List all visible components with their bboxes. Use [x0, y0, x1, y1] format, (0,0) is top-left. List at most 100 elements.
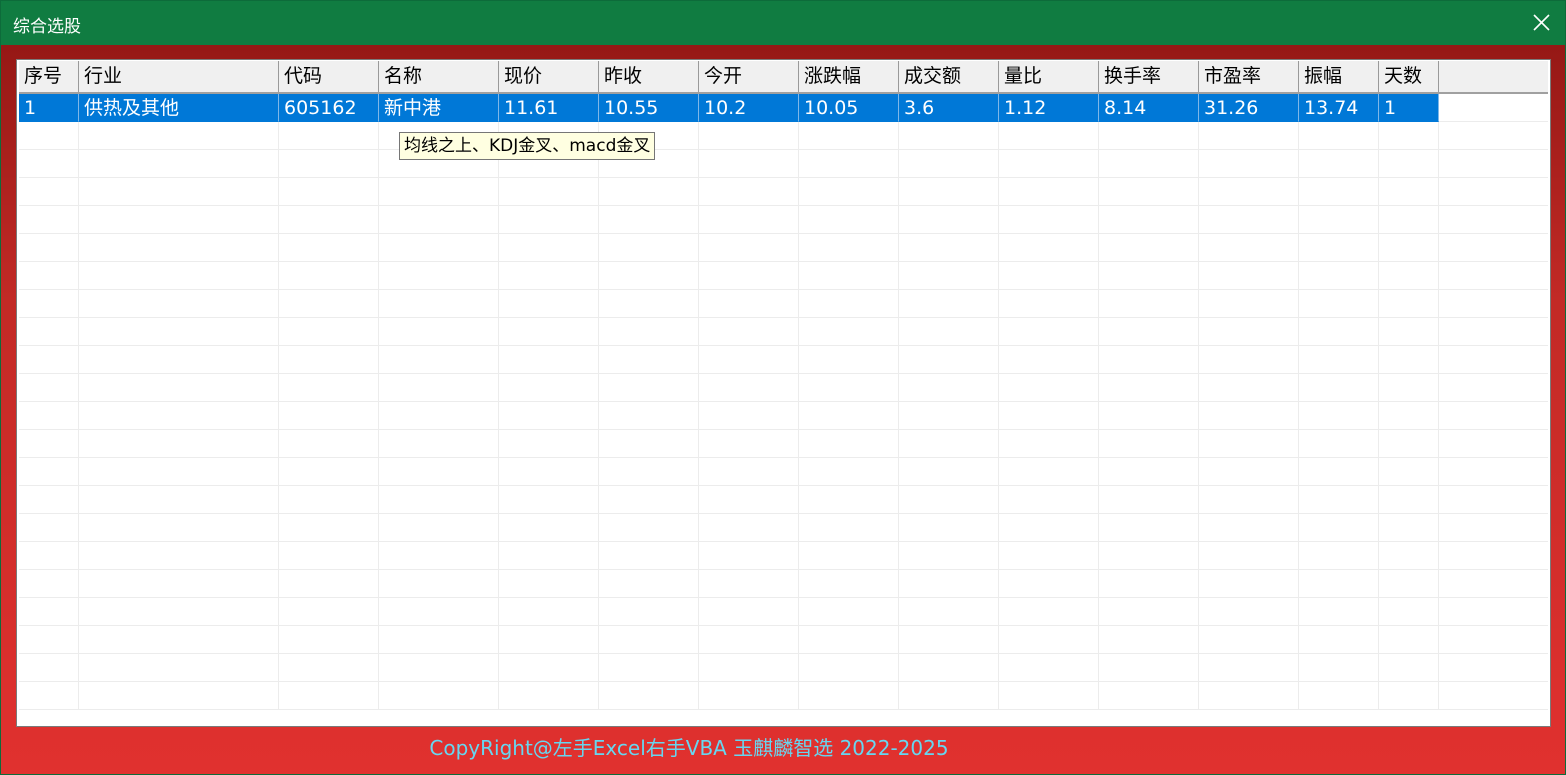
empty-row [19, 542, 1548, 570]
empty-cell [999, 430, 1099, 458]
empty-cell [799, 542, 899, 570]
empty-cell [699, 458, 799, 486]
empty-cell [599, 514, 699, 542]
close-button[interactable] [1517, 1, 1565, 45]
empty-cell [1099, 178, 1199, 206]
column-header-prev-close[interactable]: 昨收 [599, 61, 699, 92]
empty-cell [79, 122, 279, 150]
column-header-industry[interactable]: 行业 [79, 61, 279, 92]
empty-cell [1199, 346, 1299, 374]
empty-cell [1099, 430, 1199, 458]
empty-cell [19, 262, 79, 290]
column-header-seq[interactable]: 序号 [19, 61, 79, 92]
empty-cell [379, 374, 499, 402]
row-filler [1439, 402, 1548, 430]
empty-cell [699, 598, 799, 626]
empty-cell [1379, 178, 1439, 206]
empty-cell [1379, 626, 1439, 654]
empty-cell [1099, 234, 1199, 262]
empty-cell [999, 626, 1099, 654]
empty-cell [999, 206, 1099, 234]
column-header-pe-ratio[interactable]: 市盈率 [1199, 61, 1299, 92]
empty-cell [999, 654, 1099, 682]
results-list[interactable]: 序号 行业 代码 名称 现价 昨收 今开 涨跌幅 成交额 量比 换手率 市盈率 振幅 天数 1 供热及其他 6… [16, 59, 1551, 727]
empty-row [19, 486, 1548, 514]
empty-cell [499, 346, 599, 374]
empty-cell [799, 374, 899, 402]
empty-row [19, 654, 1548, 682]
empty-cell [699, 318, 799, 346]
empty-cell [699, 290, 799, 318]
empty-cell [599, 206, 699, 234]
empty-cell [899, 514, 999, 542]
empty-cell [699, 346, 799, 374]
column-header-turnover[interactable]: 成交额 [899, 61, 999, 92]
empty-cell [379, 234, 499, 262]
empty-cell [799, 682, 899, 710]
column-header-days[interactable]: 天数 [1379, 61, 1439, 92]
empty-cell [1379, 374, 1439, 402]
column-header-code[interactable]: 代码 [279, 61, 379, 92]
empty-row [19, 150, 1548, 178]
empty-cell [19, 374, 79, 402]
empty-row [19, 682, 1548, 710]
empty-cell [1199, 542, 1299, 570]
empty-cell [279, 542, 379, 570]
empty-cell [1199, 430, 1299, 458]
empty-cell [79, 150, 279, 178]
empty-cell [379, 458, 499, 486]
empty-cell [599, 598, 699, 626]
empty-cell [379, 654, 499, 682]
empty-cell [599, 542, 699, 570]
row-filler [1439, 206, 1548, 234]
empty-cell [499, 514, 599, 542]
empty-cell [1379, 514, 1439, 542]
empty-cell [499, 234, 599, 262]
empty-cell [79, 654, 279, 682]
column-header-change-pct[interactable]: 涨跌幅 [799, 61, 899, 92]
empty-cell [19, 486, 79, 514]
cell-open: 10.2 [699, 94, 799, 122]
empty-cell [1379, 402, 1439, 430]
table-row[interactable]: 1 供热及其他 605162 新中港 11.61 10.55 10.2 10.05 3.6 1.1… [19, 94, 1548, 122]
column-header-volume-ratio[interactable]: 量比 [999, 61, 1099, 92]
empty-cell [799, 346, 899, 374]
row-filler [1439, 626, 1548, 654]
empty-cell [899, 598, 999, 626]
empty-cell [599, 262, 699, 290]
empty-cell [799, 122, 899, 150]
column-header-name[interactable]: 名称 [379, 61, 499, 92]
empty-cell [279, 374, 379, 402]
empty-cell [499, 486, 599, 514]
empty-cell [699, 374, 799, 402]
empty-cell [1299, 654, 1379, 682]
empty-row [19, 374, 1548, 402]
row-filler [1439, 346, 1548, 374]
empty-cell [1299, 122, 1379, 150]
title-bar[interactable]: 综合选股 [1, 1, 1565, 45]
column-header-amplitude[interactable]: 振幅 [1299, 61, 1379, 92]
row-filler [1439, 570, 1548, 598]
cell-prev-close: 10.55 [599, 94, 699, 122]
empty-row [19, 598, 1548, 626]
empty-cell [79, 486, 279, 514]
empty-cell [1199, 682, 1299, 710]
empty-cell [19, 430, 79, 458]
empty-cell [1299, 458, 1379, 486]
empty-cell [279, 150, 379, 178]
empty-cell [79, 374, 279, 402]
empty-cell [1379, 318, 1439, 346]
empty-cell [1099, 654, 1199, 682]
empty-cell [799, 430, 899, 458]
empty-cell [79, 598, 279, 626]
empty-cell [19, 318, 79, 346]
column-header-open[interactable]: 今开 [699, 61, 799, 92]
empty-cell [379, 542, 499, 570]
empty-cell [599, 570, 699, 598]
column-header-turnover-rate[interactable]: 换手率 [1099, 61, 1199, 92]
empty-cell [999, 598, 1099, 626]
empty-cell [19, 542, 79, 570]
empty-cell [19, 346, 79, 374]
cell-code: 605162 [279, 94, 379, 122]
column-header-price[interactable]: 现价 [499, 61, 599, 92]
